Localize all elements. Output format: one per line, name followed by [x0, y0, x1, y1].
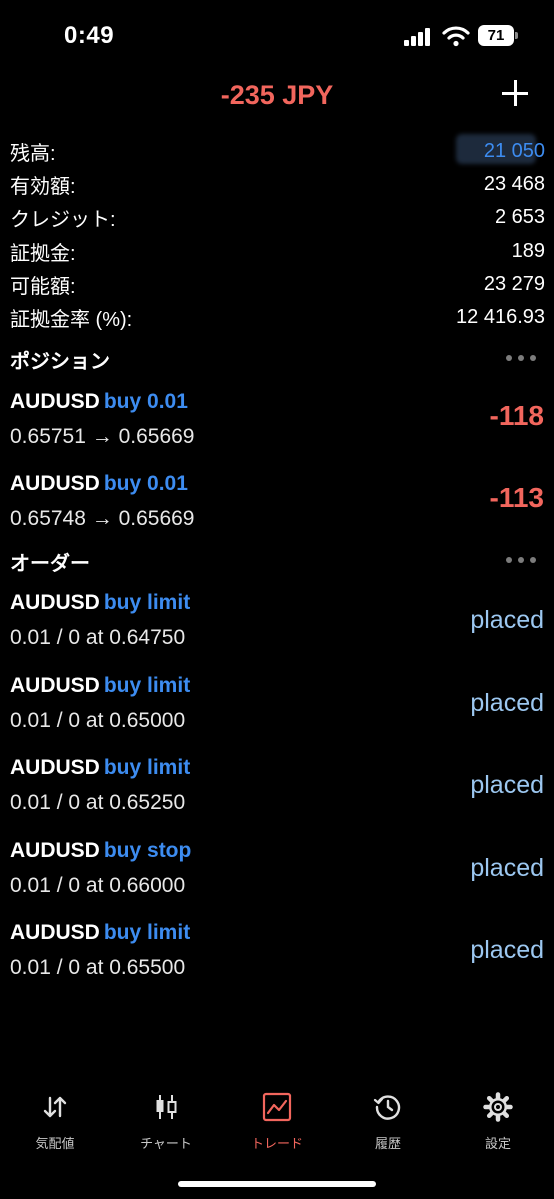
position-title[interactable]: AUDUSD buy 0.01	[10, 390, 188, 414]
wifi-icon	[442, 26, 470, 47]
position-symbol: AUDUSD	[10, 472, 100, 495]
order-symbol: AUDUSD	[10, 921, 100, 944]
position-side: buy 0.01	[103, 472, 188, 495]
order-side: buy limit	[103, 674, 191, 697]
order-symbol: AUDUSD	[10, 591, 100, 614]
order-detail: 0.01 / 0 at 0.66000	[10, 874, 186, 897]
orders-heading: オーダー	[10, 553, 90, 575]
order-title[interactable]: AUDUSD buy limit	[10, 674, 190, 698]
tab-quotes[interactable]: 気配値	[10, 1092, 100, 1152]
cellular-signal-icon	[404, 28, 432, 46]
summary-label: 残高:	[10, 143, 56, 165]
tab-history[interactable]: 履歴	[343, 1092, 433, 1152]
summary-row-balance: 残高: 21 050	[10, 135, 545, 168]
order-state: placed	[470, 606, 544, 634]
summary-label: 有効額:	[10, 176, 76, 198]
order-title[interactable]: AUDUSD buy stop	[10, 839, 191, 863]
summary-value: 2 653	[494, 206, 545, 228]
order-side: buy limit	[103, 756, 191, 779]
position-prices: 0.65748 → 0.65669	[10, 507, 195, 530]
order-state: placed	[470, 854, 544, 882]
order-side: buy limit	[103, 591, 191, 614]
summary-value: 12 416.93	[456, 306, 545, 328]
tab-label: トレード	[250, 1136, 303, 1151]
order-title[interactable]: AUDUSD buy limit	[10, 921, 190, 945]
status-time: 0:49	[64, 22, 115, 49]
order-symbol: AUDUSD	[10, 756, 100, 779]
order-state: placed	[470, 771, 544, 799]
summary-row-equity: 有効額: 23 468	[10, 168, 545, 201]
summary-label: 可能額:	[10, 276, 76, 298]
summary-value: 23 468	[483, 173, 545, 195]
positions-heading: ポジション	[10, 351, 110, 373]
order-symbol: AUDUSD	[10, 674, 100, 697]
summary-value: 189	[511, 240, 545, 262]
add-order-plus-icon[interactable]	[498, 76, 532, 110]
summary-label: 証拠金率 (%):	[10, 309, 133, 331]
position-profit: -118	[489, 400, 545, 431]
history-icon	[373, 1095, 401, 1120]
orders-more-icon[interactable]	[506, 557, 536, 565]
position-symbol: AUDUSD	[10, 390, 100, 413]
home-indicator[interactable]	[178, 1181, 376, 1187]
order-detail: 0.01 / 0 at 0.65250	[10, 791, 186, 814]
order-detail: 0.01 / 0 at 0.65000	[10, 709, 186, 732]
chart-candles-icon	[156, 1095, 177, 1119]
tab-label: 設定	[484, 1136, 511, 1151]
order-state: placed	[470, 936, 544, 964]
summary-row-margin-level: 証拠金率 (%): 12 416.93	[10, 301, 545, 334]
order-detail: 0.01 / 0 at 0.65500	[10, 956, 186, 979]
tab-label: 履歴	[374, 1136, 401, 1151]
position-profit: -113	[489, 482, 545, 513]
quotes-icon	[43, 1096, 67, 1118]
order-side: buy stop	[103, 839, 192, 862]
battery-indicator: 71	[478, 25, 514, 46]
tab-settings[interactable]: 設定	[453, 1092, 543, 1152]
tab-trade[interactable]: トレード	[232, 1092, 322, 1152]
position-title[interactable]: AUDUSD buy 0.01	[10, 472, 188, 496]
tab-chart[interactable]: チャート	[121, 1092, 211, 1152]
summary-label: クレジット:	[10, 209, 116, 231]
summary-value: 21 050	[483, 140, 545, 162]
summary-row-free-margin: 可能額: 23 279	[10, 268, 545, 301]
order-state: placed	[470, 689, 544, 717]
summary-row-margin: 証拠金: 189	[10, 235, 545, 268]
position-side: buy 0.01	[103, 390, 188, 413]
floating-profit-title: -235 JPY	[220, 80, 334, 110]
trade-icon	[262, 1092, 292, 1122]
summary-value: 23 279	[483, 273, 545, 295]
tab-label: 気配値	[35, 1136, 75, 1151]
summary-label: 証拠金:	[10, 243, 76, 265]
order-title[interactable]: AUDUSD buy limit	[10, 591, 190, 615]
order-title[interactable]: AUDUSD buy limit	[10, 756, 190, 780]
positions-more-icon[interactable]	[506, 355, 536, 363]
order-symbol: AUDUSD	[10, 839, 100, 862]
tab-label: チャート	[140, 1136, 192, 1151]
battery-tip	[515, 32, 518, 39]
order-detail: 0.01 / 0 at 0.64750	[10, 626, 186, 649]
summary-row-credit: クレジット: 2 653	[10, 201, 545, 234]
order-side: buy limit	[103, 921, 191, 944]
settings-gear-icon	[483, 1092, 513, 1122]
position-prices: 0.65751 → 0.65669	[10, 425, 195, 448]
